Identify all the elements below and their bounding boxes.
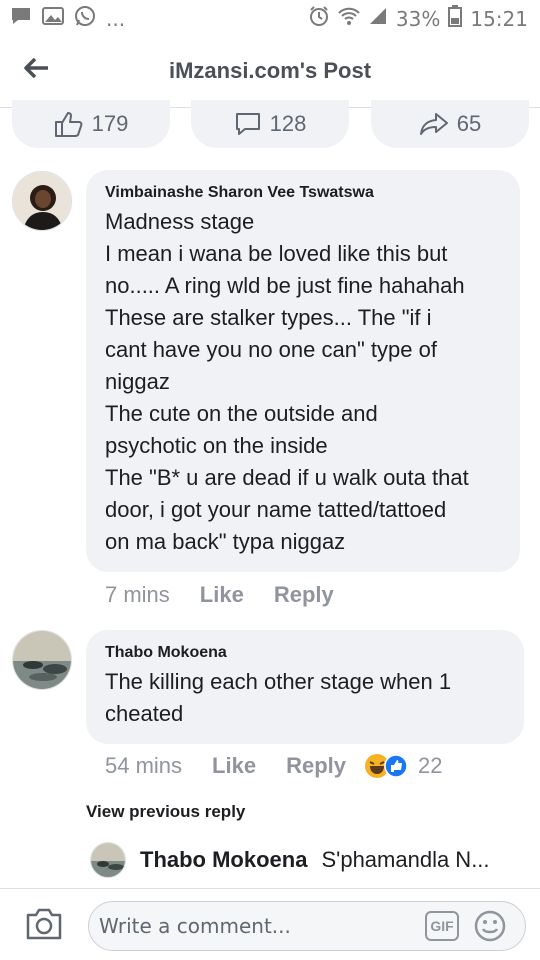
reaction-count: 22 [418,753,443,778]
camera-button[interactable] [24,907,64,946]
comment-line: niggaz [105,369,170,394]
comment-line: The "B* u are dead if u walk outa that [105,465,469,490]
reaction-summary[interactable]: 22 [364,753,442,779]
alarm-icon [308,5,330,33]
reply-author: Thabo Mokoena [140,847,308,872]
comment-line: psychotic on the inside [105,433,328,458]
reply-text: S'phamandla N... [321,847,490,872]
signal-icon [368,6,388,32]
image-icon [42,6,64,32]
comment-bubble-icon [235,113,260,135]
reply-avatar [90,842,126,878]
status-bar: ... 33% 15:21 [0,0,540,38]
comment-line: Madness stage [105,209,255,234]
comment-line: on ma back" typa niggaz [105,529,346,554]
comment-bubble: Vimbainashe Sharon Vee Tswatswa Madness … [86,170,520,572]
share-count-button[interactable]: 65 [371,100,529,148]
comment-line: These are stalker types... The "if i [105,305,432,330]
wifi-icon [338,6,360,32]
emoji-button[interactable] [473,909,507,948]
comment-line: cant have you no one can" type of [105,337,437,362]
reply-button[interactable]: Reply [274,582,334,608]
comment-time: 7 mins [105,582,170,607]
more-notifications: ... [106,7,126,31]
battery-icon [448,5,463,33]
status-bar-right: 33% 15:21 [308,5,528,33]
like-count: 179 [91,111,129,136]
comment-actions: 7 mins Like Reply [105,582,334,608]
page-title: iMzansi.com's Post [168,58,372,83]
battery-percent: 33% [395,7,441,31]
thumbs-up-icon [54,112,83,137]
reaction-bar: 179 128 65 [0,100,540,150]
comment-bubble: Thabo Mokoena The killing each other sta… [86,630,524,744]
avatar[interactable] [12,630,72,690]
comment-count-button[interactable]: 128 [191,100,349,148]
comment-actions: 54 mins Like Reply 22 [105,753,442,779]
comment-composer: GIF [0,888,540,960]
comment-line: cheated [105,701,184,726]
comment-input-box: GIF [88,901,526,951]
comment-line: The cute on the outside and [105,401,378,426]
clock: 15:21 [470,7,528,31]
comment-line: door, i got your name tatted/tattoed [105,497,447,522]
reply-button[interactable]: Reply [286,753,346,779]
chat-icon [10,6,32,32]
share-arrow-icon [419,113,448,135]
whatsapp-icon [74,5,96,33]
comment-time: 54 mins [105,753,183,778]
comment-line: The killing each other stage when 1 [105,669,452,694]
like-count-button[interactable]: 179 [12,100,170,148]
comment-input[interactable] [99,910,419,942]
camera-icon [26,908,62,940]
comment-author[interactable]: Thabo Mokoena [105,644,506,662]
like-button[interactable]: Like [200,582,244,608]
view-previous-reply[interactable]: View previous reply [86,802,245,822]
reply-preview[interactable]: Thabo Mokoena S'phamandla N... [90,842,490,878]
avatar[interactable] [12,171,72,231]
like-button[interactable]: Like [212,753,256,779]
comment-line: I mean i wana be loved like this but [105,241,448,266]
share-count: 65 [456,111,482,136]
comment-line: no..... A ring wld be just fine hahahah [105,273,465,298]
gif-button[interactable]: GIF [425,911,459,941]
smiley-icon [474,910,506,942]
comment-count: 128 [269,111,307,136]
like-reaction-icon [384,754,408,778]
status-bar-left: ... [10,5,125,33]
post-header: iMzansi.com's Post [0,38,540,108]
comment-author[interactable]: Vimbainashe Sharon Vee Tswatswa [105,184,502,202]
